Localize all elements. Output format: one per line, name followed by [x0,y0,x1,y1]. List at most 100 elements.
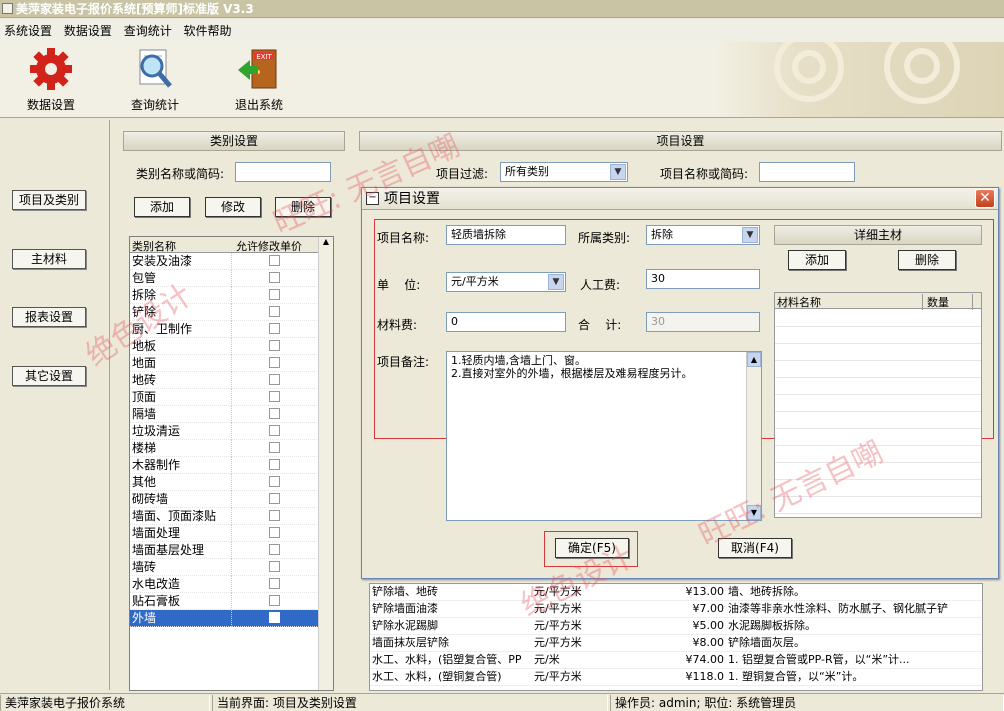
column-allow-price-edit[interactable]: 允许修改单价 [236,238,302,254]
allow-price-edit-checkbox[interactable] [269,578,280,589]
category-row[interactable]: 水电改造 [130,576,333,593]
category-row[interactable]: 墙面基层处理 [130,542,333,559]
unit-select[interactable]: 元/平方米 ▼ [446,272,566,292]
category-row[interactable]: 隔墙 [130,406,333,423]
scroll-up-icon[interactable]: ▲ [319,237,333,246]
minimize-icon[interactable]: − [366,192,379,205]
allow-price-edit-checkbox[interactable] [269,459,280,470]
category-grid[interactable]: 类别名称 允许修改单价 安装及油漆 包管 拆除 铲除 厨、卫制作 地板 地面 地砖 顶面 隔墙 垃圾… [129,236,334,691]
allow-price-edit-checkbox[interactable] [269,595,280,606]
item-row[interactable]: 水工、水料，(塑铜复合管) 元/平方米 ¥118.0 1. 塑铜复合管，以“米”计。 [370,669,982,686]
allow-price-edit-checkbox[interactable] [269,374,280,385]
category-row[interactable]: 砌砖墙 [130,491,333,508]
category-delete-button[interactable]: 删除 [275,197,331,217]
chevron-down-icon[interactable]: ▼ [742,227,758,243]
allow-price-edit-checkbox[interactable] [269,391,280,402]
allow-price-edit-checkbox[interactable] [269,255,280,266]
allow-price-edit-checkbox[interactable] [269,442,280,453]
allow-price-edit-checkbox[interactable] [269,561,280,572]
cancel-button[interactable]: 取消(F4) [718,538,792,558]
category-row[interactable]: 墙砖 [130,559,333,576]
category-row[interactable]: 安装及油漆 [130,253,333,270]
menu-query-stats[interactable]: 查询统计 [120,20,176,42]
allow-price-edit-checkbox[interactable] [269,612,280,623]
category-select[interactable]: 拆除 ▼ [646,225,760,245]
remark-textarea[interactable]: 1.轻质内墙,含墙上门、窗。 2.直接对室外的外墙，根据楼层及难易程度另计。 ▲… [446,351,762,521]
allow-price-edit-checkbox[interactable] [269,306,280,317]
item-name-cell: 水工、水料，(铝塑复合管、PP [372,653,522,666]
category-scrollbar[interactable]: ▲ [318,237,333,690]
category-row[interactable]: 其他 [130,474,333,491]
item-row[interactable]: 水工、水料，(铝塑复合管、PP 元/米 ¥74.00 1. 铝塑复合管或PP-R管，以… [370,652,982,669]
nav-items-and-categories[interactable]: 项目及类别 [12,190,86,210]
category-row[interactable]: 墙面、顶面漆贴 [130,508,333,525]
main-material-add-button[interactable]: 添加 [788,250,846,270]
allow-price-edit-checkbox[interactable] [269,272,280,283]
allow-price-edit-checkbox[interactable] [269,408,280,419]
column-quantity[interactable]: 数量 [927,294,973,310]
chevron-down-icon[interactable]: ▼ [610,164,626,180]
category-add-button[interactable]: 添加 [134,197,190,217]
exit-system-button[interactable]: EXIT 退出系统 [214,46,304,113]
category-row[interactable]: 地砖 [130,372,333,389]
ok-button[interactable]: 确定(F5) [555,538,629,558]
allow-price-edit-checkbox[interactable] [269,544,280,555]
category-row[interactable]: 地面 [130,355,333,372]
scroll-up-icon[interactable]: ▲ [747,352,761,367]
allow-price-edit-checkbox[interactable] [269,340,280,351]
item-table[interactable]: 铲除墙、地砖 元/平方米 ¥13.00 墙、地砖拆除。 铲除墙面油漆 元/平方米 ¥7.00… [369,583,983,691]
item-row[interactable]: 墙面抹灰层铲除 元/平方米 ¥8.00 铲除墙面灰层。 [370,635,982,652]
nav-report-settings[interactable]: 报表设置 [12,307,86,327]
menu-system-settings[interactable]: 系统设置 [0,20,56,42]
category-edit-button[interactable]: 修改 [205,197,261,217]
category-row-name: 垃圾清运 [132,423,232,440]
category-row[interactable]: 铲除 [130,304,333,321]
category-row[interactable]: 墙面处理 [130,525,333,542]
nav-main-materials[interactable]: 主材料 [12,249,86,269]
allow-price-edit-checkbox[interactable] [269,425,280,436]
menu-software-help[interactable]: 软件帮助 [180,20,236,42]
item-name-cell: 水工、水料，(塑铜复合管) [372,670,502,683]
close-icon[interactable]: ✕ [975,189,995,208]
allow-price-edit-checkbox[interactable] [269,527,280,538]
menu-data-settings[interactable]: 数据设置 [60,20,116,42]
column-material-name[interactable]: 材料名称 [777,294,923,310]
material-fee-input[interactable]: 0 [446,312,566,332]
allow-price-edit-checkbox[interactable] [269,510,280,521]
category-row[interactable]: 包管 [130,270,333,287]
allow-price-edit-checkbox[interactable] [269,493,280,504]
category-row[interactable]: 厨、卫制作 [130,321,333,338]
scroll-down-icon[interactable]: ▼ [747,505,761,520]
nav-other-settings[interactable]: 其它设置 [12,366,86,386]
labor-fee-input[interactable]: 30 [646,269,760,289]
allow-price-edit-checkbox[interactable] [269,357,280,368]
query-stats-button[interactable]: 查询统计 [110,46,200,113]
column-category-name[interactable]: 类别名称 [132,238,176,254]
category-row[interactable]: 木器制作 [130,457,333,474]
item-name-input[interactable]: 轻质墙拆除 [446,225,566,245]
category-row[interactable]: 拆除 [130,287,333,304]
item-search-input[interactable] [759,162,855,182]
allow-price-edit-checkbox[interactable] [269,323,280,334]
category-row-name: 墙面基层处理 [132,542,232,559]
category-row[interactable]: 外墙 [130,610,333,627]
category-row[interactable]: 楼梯 [130,440,333,457]
category-row[interactable]: 顶面 [130,389,333,406]
allow-price-edit-checkbox[interactable] [269,476,280,487]
allow-price-edit-checkbox[interactable] [269,289,280,300]
item-filter-select[interactable]: 所有类别 ▼ [500,162,628,182]
data-settings-button[interactable]: 数据设置 [6,46,96,113]
item-row[interactable]: 铲除墙面油漆 元/平方米 ¥7.00 油漆等非亲水性涂料、防水腻子、钢化腻子铲 [370,601,982,618]
category-row-name: 其他 [132,474,232,491]
main-material-grid[interactable]: 材料名称 数量 [774,292,982,518]
category-row[interactable]: 贴石膏板 [130,593,333,610]
category-search-input[interactable] [235,162,331,182]
chevron-down-icon[interactable]: ▼ [548,274,564,290]
main-material-delete-button[interactable]: 删除 [898,250,956,270]
category-row[interactable]: 地板 [130,338,333,355]
item-row[interactable]: 铲除墙、地砖 元/平方米 ¥13.00 墙、地砖拆除。 [370,584,982,601]
item-row[interactable]: 铲除水泥踢脚 元/平方米 ¥5.00 水泥踢脚板拆除。 [370,618,982,635]
category-row[interactable]: 垃圾清运 [130,423,333,440]
remark-scrollbar[interactable]: ▲ ▼ [746,352,761,520]
app-icon[interactable] [2,3,13,14]
